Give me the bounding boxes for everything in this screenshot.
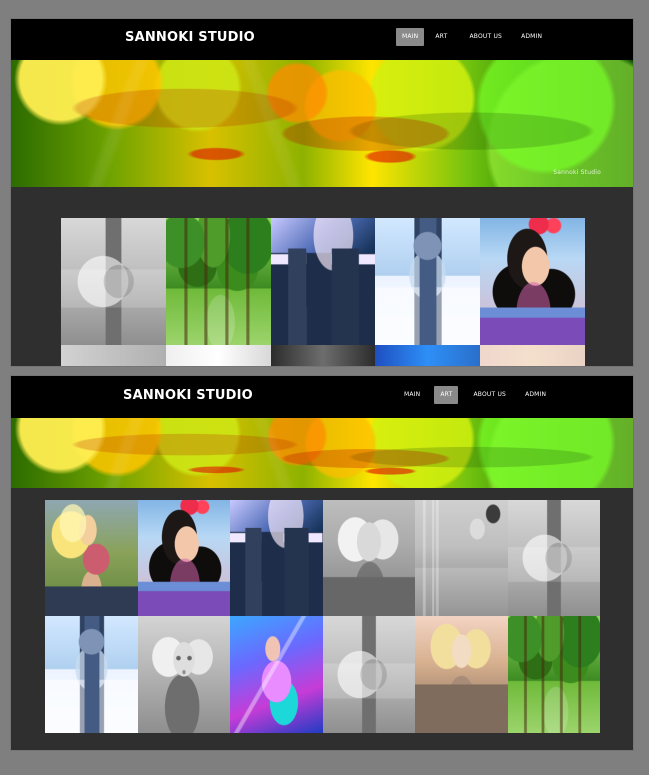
gallery-tile-white-strip[interactable] [165, 345, 271, 366]
site-logo-text[interactable]: SANNOKI STUDIO [125, 30, 255, 45]
gallery-tile-night-arch-art[interactable] [230, 500, 323, 616]
nav-about-us-art-page[interactable]: ABOUT US [467, 386, 512, 404]
gallery-tile-dark-haired-woman-art[interactable] [137, 500, 230, 616]
gallery-tile-blue-strip[interactable] [375, 345, 481, 366]
gallery-tile-dark-haired-woman[interactable] [480, 218, 585, 345]
site-logo-text-art[interactable]: SANNOKI STUDIO [123, 388, 253, 403]
nav-about-us[interactable]: ABOUT US [463, 28, 508, 46]
homepage-capture: SANNOKI STUDIO MAIN ART ABOUT US ADMIN S… [11, 19, 633, 366]
gallery-tile-pink-strip[interactable] [480, 345, 585, 366]
gallery-tile-blonde-farmer[interactable] [45, 500, 138, 616]
gallery-tile-grey-strip[interactable] [61, 345, 166, 366]
nav-art[interactable]: ART [429, 28, 453, 46]
gallery-tile-snow-knight[interactable] [375, 218, 481, 345]
gallery-tile-mermaid[interactable] [230, 616, 323, 733]
art-page-capture: SANNOKI STUDIO MAIN ART ABOUT US ADMIN [11, 376, 633, 750]
site-header-art: SANNOKI STUDIO MAIN ART ABOUT US ADMIN [11, 376, 633, 418]
gallery-tile-gray-cliff-art[interactable] [322, 616, 415, 733]
banner-watermark: Sannoki Studio [553, 169, 601, 176]
homepage-gallery [61, 218, 585, 366]
gallery-tile-stone-room[interactable] [507, 500, 600, 616]
gallery-tile-night-arch[interactable] [270, 218, 376, 345]
nav-admin[interactable]: ADMIN [515, 28, 548, 46]
gallery-tile-blonde-armor[interactable] [415, 616, 508, 733]
hero-banner-art [11, 418, 633, 488]
main-navigation: MAIN ART ABOUT US ADMIN [396, 28, 548, 46]
gallery-tile-green-forest[interactable] [165, 218, 271, 345]
nav-main-art-page[interactable]: MAIN [398, 386, 426, 404]
nav-main[interactable]: MAIN [396, 28, 425, 46]
gallery-tile-gray-cliff[interactable] [61, 218, 166, 345]
gallery-tile-snow-knight-art[interactable] [45, 616, 138, 733]
nav-admin-art-page[interactable]: ADMIN [519, 386, 552, 404]
gallery-tile-green-forest-art[interactable] [507, 616, 600, 733]
nav-art-active[interactable]: ART [434, 386, 459, 404]
site-header: SANNOKI STUDIO MAIN ART ABOUT US ADMIN [11, 19, 633, 60]
hero-banner: Sannoki Studio [11, 60, 633, 187]
main-navigation-art: MAIN ART ABOUT US ADMIN [398, 386, 552, 404]
gallery-tile-gray-face[interactable] [137, 616, 230, 733]
gallery-tile-silver-hair-woman[interactable] [322, 500, 415, 616]
art-gallery-grid [45, 500, 600, 733]
gallery-tile-dark-strip[interactable] [270, 345, 376, 366]
gallery-tile-lab-tubes[interactable] [415, 500, 508, 616]
